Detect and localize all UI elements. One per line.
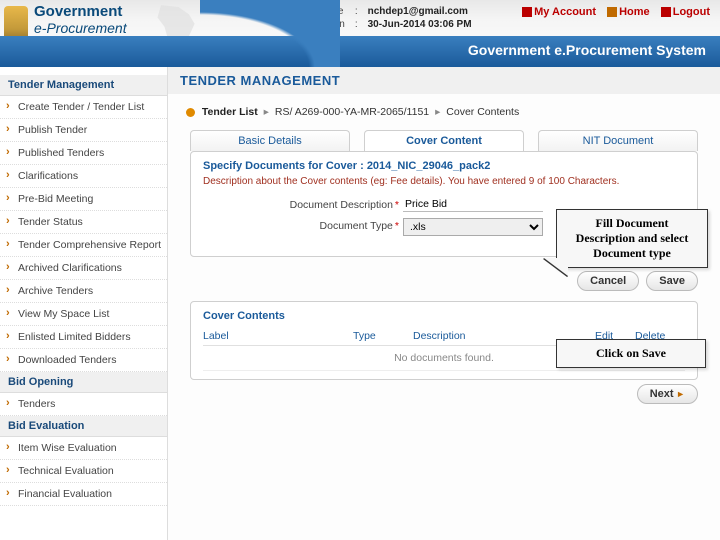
panel-title: Specify Documents for Cover : 2014_NIC_2… [203,160,685,172]
panel-note: Description about the Cover contents (eg… [203,176,685,187]
bullet-icon [186,108,195,117]
user-icon [522,7,532,17]
logout-link[interactable]: Logout [661,6,710,18]
breadcrumb-leaf: Cover Contents [446,106,519,118]
page-title: TENDER MANAGEMENT [168,67,720,94]
sidebar-heading: Tender Management [0,75,167,96]
tab[interactable]: Cover Content [364,130,524,151]
next-row: Next [168,380,720,414]
breadcrumb-id: RS/ A269-000-YA-MR-2065/1151 [275,106,429,118]
home-link[interactable]: Home [607,6,650,18]
sidebar-item[interactable]: Financial Evaluation [0,483,167,506]
banner: Government e.Procurement System [0,36,720,67]
top-links: My Account Home Logout [514,6,710,18]
sidebar-item[interactable]: Tender Status [0,211,167,234]
sidebar-item[interactable]: Pre-Bid Meeting [0,188,167,211]
main-content: TENDER MANAGEMENT Tender List ▸ RS/ A269… [168,67,720,540]
cover-contents-title: Cover Contents [203,310,685,322]
banner-curve [200,0,340,67]
callout-click-save: Click on Save [556,339,706,368]
desc-input[interactable] [403,197,543,212]
sidebar-item[interactable]: Published Tenders [0,142,167,165]
sidebar-item[interactable]: Item Wise Evaluation [0,437,167,460]
save-button[interactable]: Save [646,271,698,291]
next-button[interactable]: Next [637,384,698,404]
title-line-1: Government [34,4,127,21]
lastlogin-value: 30-Jun-2014 03:06 PM [364,19,476,30]
sidebar-item[interactable]: Clarifications [0,165,167,188]
type-label: Document Type* [203,218,403,232]
sidebar-heading: Bid Evaluation [0,416,167,437]
type-select[interactable]: .xls [403,218,543,236]
sidebar-item[interactable]: View My Space List [0,303,167,326]
sidebar-heading: Bid Opening [0,372,167,393]
breadcrumb: Tender List ▸ RS/ A269-000-YA-MR-2065/11… [168,104,720,120]
form-buttons: Cancel Save [168,267,720,301]
sidebar-item[interactable]: Enlisted Limited Bidders [0,326,167,349]
sidebar-item[interactable]: Create Tender / Tender List [0,96,167,119]
callout-tail-icon [544,258,568,276]
sidebar-item[interactable]: Tender Comprehensive Report [0,234,167,257]
cancel-button[interactable]: Cancel [577,271,639,291]
app-header: Government e-Procurement System Welcome … [0,0,720,67]
sidebar-item[interactable]: Technical Evaluation [0,460,167,483]
welcome-value: nchdep1@gmail.com [364,6,476,17]
tab[interactable]: NIT Document [538,130,698,151]
callout-fill-desc: Fill Document Description and select Doc… [556,209,708,268]
sidebar-item[interactable]: Archive Tenders [0,280,167,303]
home-icon [607,7,617,17]
my-account-link[interactable]: My Account [522,6,596,18]
col-label: Label [203,330,353,342]
col-type: Type [353,330,413,342]
title-line-2: e-Procurement [34,21,127,36]
logout-icon [661,7,671,17]
tab[interactable]: Basic Details [190,130,350,151]
sidebar: Tender ManagementCreate Tender / Tender … [0,67,168,540]
tabs: Basic Details Cover Content NIT Document [168,130,720,151]
sidebar-item[interactable]: Tenders [0,393,167,416]
sidebar-item[interactable]: Archived Clarifications [0,257,167,280]
sidebar-item[interactable]: Downloaded Tenders [0,349,167,372]
desc-label: Document Description* [203,197,403,211]
breadcrumb-root[interactable]: Tender List [202,106,258,118]
sidebar-item[interactable]: Publish Tender [0,119,167,142]
banner-text: Government e.Procurement System [468,42,706,58]
